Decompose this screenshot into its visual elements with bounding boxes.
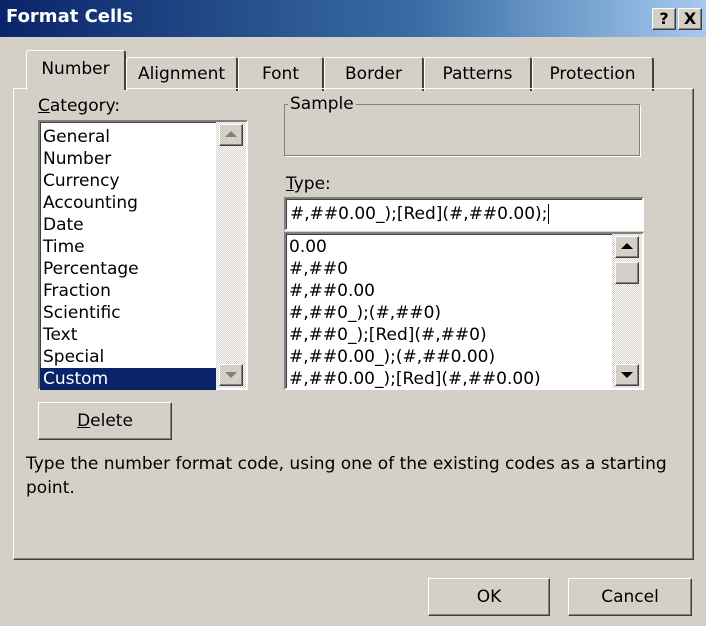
cancel-button[interactable]: Cancel	[568, 578, 692, 616]
category-scroll-down[interactable]	[219, 364, 243, 386]
type-option[interactable]: #,##0.00_);(#,##0.00)	[286, 346, 612, 368]
type-scroll-down[interactable]	[615, 364, 639, 386]
delete-button[interactable]: Delete	[38, 402, 172, 440]
chevron-up-icon	[225, 131, 237, 137]
help-button[interactable]: ?	[652, 8, 676, 30]
hint-text: Type the number format code, using one o…	[26, 454, 667, 498]
category-item[interactable]: Date	[40, 214, 216, 236]
category-list[interactable]: General Number Currency Accounting Date Time P…	[38, 120, 248, 390]
sample-value	[285, 109, 635, 149]
category-item[interactable]: Scientific	[40, 302, 216, 324]
chevron-down-icon	[225, 372, 237, 378]
tab-protection[interactable]: Protection	[532, 57, 654, 91]
close-button[interactable]: X	[678, 8, 702, 30]
category-item[interactable]: Special	[40, 346, 216, 368]
category-item[interactable]: Fraction	[40, 280, 216, 302]
type-option[interactable]: 0.00	[286, 236, 612, 258]
category-items: General Number Currency Accounting Date Time P…	[40, 126, 216, 390]
type-scrollbar[interactable]	[612, 234, 642, 388]
category-label: Category:	[38, 96, 121, 116]
tab-border[interactable]: Border	[324, 57, 424, 91]
type-option[interactable]: #,##0.00_);[Red](#,##0.00)	[286, 368, 612, 390]
type-input-value: #,##0.00_);[Red](#,##0.00);	[290, 204, 548, 224]
tab-patterns[interactable]: Patterns	[424, 57, 532, 91]
type-scroll-thumb[interactable]	[615, 262, 639, 284]
tab-font[interactable]: Font	[238, 57, 324, 91]
ok-button[interactable]: OK	[428, 578, 550, 616]
type-option[interactable]: #,##0	[286, 258, 612, 280]
type-option[interactable]: #,##0.00	[286, 280, 612, 302]
category-item[interactable]: Currency	[40, 170, 216, 192]
tab-border-label: Border	[345, 64, 402, 84]
tab-font-label: Font	[261, 64, 299, 84]
category-item[interactable]: General	[40, 126, 216, 148]
category-scrollbar[interactable]	[216, 122, 246, 388]
type-label: Type:	[286, 174, 331, 194]
category-scroll-up[interactable]	[219, 124, 243, 146]
window-title: Format Cells	[6, 6, 134, 27]
tab-alignment[interactable]: Alignment	[126, 57, 238, 91]
tab-number-label: Number	[41, 59, 110, 79]
category-item[interactable]: Custom	[40, 368, 216, 390]
category-item[interactable]: Time	[40, 236, 216, 258]
category-item[interactable]: Text	[40, 324, 216, 346]
category-item[interactable]: Number	[40, 148, 216, 170]
type-list[interactable]: 0.00 #,##0 #,##0.00 #,##0_);(#,##0) #,##0_);…	[284, 232, 644, 390]
category-item[interactable]: Accounting	[40, 192, 216, 214]
type-items: 0.00 #,##0 #,##0.00 #,##0_);(#,##0) #,##0_);…	[286, 236, 612, 390]
type-option[interactable]: #,##0_);(#,##0)	[286, 302, 612, 324]
category-item[interactable]: Percentage	[40, 258, 216, 280]
type-input[interactable]: #,##0.00_);[Red](#,##0.00);	[284, 197, 644, 231]
type-option[interactable]: #,##0_);[Red](#,##0)	[286, 324, 612, 346]
tab-patterns-label: Patterns	[442, 64, 513, 84]
sample-label: Sample	[288, 94, 356, 114]
title-bar[interactable]: Format Cells ? X	[0, 0, 706, 37]
chevron-down-icon	[621, 372, 633, 378]
tab-number[interactable]: Number	[26, 50, 126, 90]
tab-protection-label: Protection	[549, 64, 636, 84]
type-scroll-up[interactable]	[615, 236, 639, 258]
tab-alignment-label: Alignment	[137, 64, 226, 84]
text-caret	[548, 204, 550, 224]
chevron-up-icon	[621, 243, 633, 249]
